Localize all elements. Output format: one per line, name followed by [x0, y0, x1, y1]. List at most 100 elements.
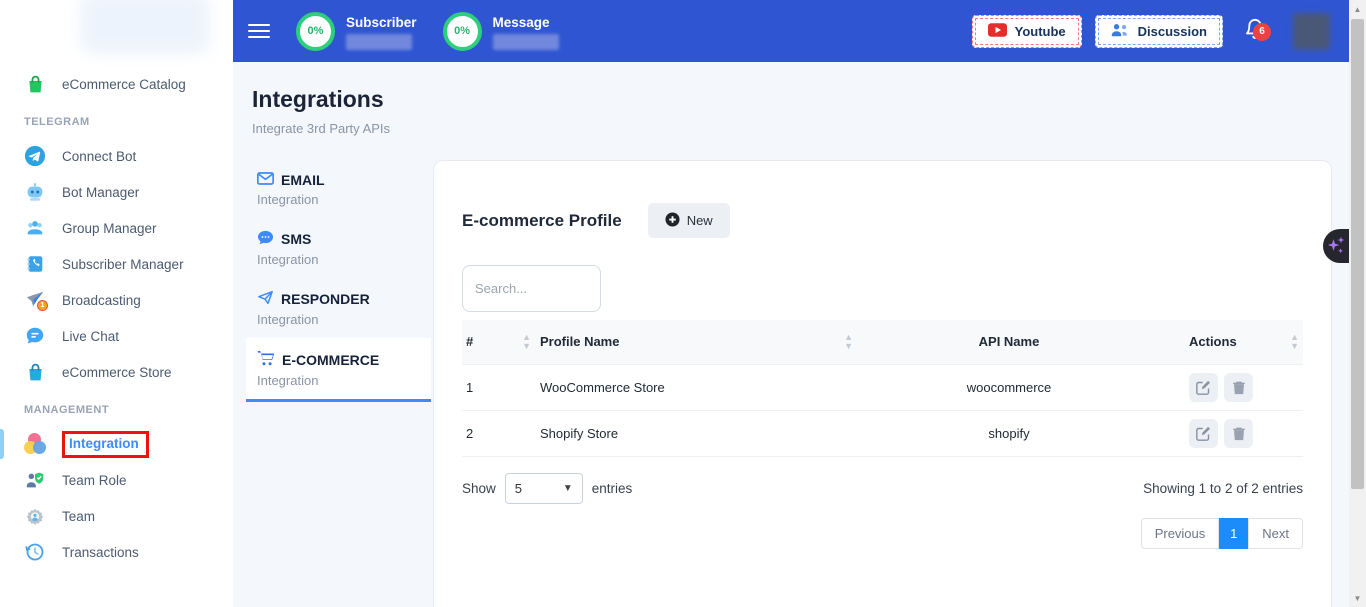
page-subtitle: Integrate 3rd Party APIs — [252, 121, 1349, 136]
chevron-down-icon: ▼ — [563, 483, 573, 494]
current-page-button[interactable]: 1 — [1219, 518, 1248, 549]
discussion-icon — [1111, 22, 1130, 40]
sidebar-item-label: Team — [62, 509, 95, 524]
sidebar-section-management: MANAGEMENT — [0, 390, 233, 426]
group-icon — [24, 217, 46, 239]
sidebar-item-bot-manager[interactable]: Bot Manager — [0, 174, 233, 210]
column-header-api-name[interactable]: API Name — [857, 320, 1157, 364]
message-stat-label: Message — [493, 15, 559, 30]
sidebar-item-broadcasting[interactable]: 1 Broadcasting — [0, 282, 233, 318]
sidebar-item-label: Connect Bot — [62, 149, 136, 164]
column-header-actions[interactable]: Actions▲▼ — [1157, 320, 1303, 364]
telegram-icon — [24, 145, 46, 167]
table-header-row: #▲▼ Profile Name▲▼ API Name Actions▲▼ — [462, 320, 1303, 364]
sidebar-item-ecommerce-store[interactable]: eCommerce Store — [0, 354, 233, 390]
next-page-button[interactable]: Next — [1248, 518, 1303, 549]
sidebar-item-ecommerce-catalog[interactable]: eCommerce Catalog — [0, 66, 233, 102]
sms-icon — [257, 230, 274, 248]
sidebar-item-connect-bot[interactable]: Connect Bot — [0, 138, 233, 174]
column-header-number[interactable]: #▲▼ — [462, 320, 535, 364]
sidebar-item-team[interactable]: Team — [0, 498, 233, 534]
youtube-icon — [988, 23, 1007, 40]
sidebar-item-label: Subscriber Manager — [62, 257, 184, 272]
subscriber-progress-ring: 0% — [296, 12, 335, 51]
discussion-button[interactable]: Discussion — [1095, 15, 1223, 48]
chat-bubble-icon — [24, 325, 46, 347]
message-progress-ring: 0% — [443, 12, 482, 51]
sidebar-item-label: eCommerce Catalog — [62, 77, 186, 92]
table-row: 1 WooCommerce Store woocommerce — [462, 364, 1303, 410]
gear-person-icon — [24, 505, 46, 527]
color-circles-icon — [24, 433, 46, 455]
active-item-indicator — [0, 429, 4, 459]
top-header: 0% Subscriber 0% Message Youtube Discuss… — [233, 0, 1349, 62]
sidebar-item-label: eCommerce Store — [62, 365, 172, 380]
scroll-up-arrow-icon[interactable]: ▲ — [1349, 2, 1366, 16]
ai-assistant-button[interactable] — [1323, 229, 1349, 263]
sidebar-item-team-role[interactable]: Team Role — [0, 462, 233, 498]
sidebar-item-label: Transactions — [62, 545, 139, 560]
responder-icon — [257, 290, 274, 308]
sidebar-item-label: Group Manager — [62, 221, 157, 236]
entries-label: entries — [592, 481, 633, 496]
scrollbar-thumb[interactable] — [1351, 19, 1364, 489]
entries-summary: Showing 1 to 2 of 2 entries — [1143, 481, 1303, 496]
subscriber-stat-value-blurred — [346, 34, 412, 50]
tab-ecommerce-integration[interactable]: E-COMMERCE Integration — [246, 338, 431, 402]
sidebar-item-label: Team Role — [62, 473, 127, 488]
tab-email-integration[interactable]: EMAIL Integration — [246, 160, 431, 218]
edit-button[interactable] — [1189, 419, 1218, 448]
contact-book-icon — [24, 253, 46, 275]
annotation-highlight-box: Integration — [62, 431, 149, 458]
message-progress: 0% Message — [443, 12, 559, 51]
sidebar-item-label: Integration — [69, 436, 139, 451]
tab-sms-integration[interactable]: SMS Integration — [246, 218, 431, 278]
broadcasting-badge: 1 — [37, 300, 48, 311]
panel-title: E-commerce Profile — [462, 211, 622, 231]
page-size-select[interactable]: 5 ▼ — [505, 473, 583, 504]
sort-icon: ▲▼ — [844, 333, 853, 351]
pagination: Previous 1 Next — [462, 518, 1303, 549]
sidebar-item-integration[interactable]: Integration — [0, 426, 233, 462]
vertical-scrollbar[interactable]: ▲ ▼ — [1349, 0, 1366, 607]
user-avatar[interactable] — [1293, 13, 1330, 50]
delete-button[interactable] — [1224, 373, 1253, 402]
integration-subnav: EMAIL Integration SMS Integration RESPON… — [246, 160, 431, 402]
search-input[interactable] — [462, 265, 601, 312]
hamburger-menu-icon[interactable] — [248, 20, 270, 42]
plus-circle-icon — [665, 212, 680, 230]
sidebar-item-group-manager[interactable]: Group Manager — [0, 210, 233, 246]
profiles-table: #▲▼ Profile Name▲▼ API Name Actions▲▼ 1 … — [462, 320, 1303, 457]
app-logo — [80, 0, 210, 54]
sidebar: eCommerce Catalog TELEGRAM Connect Bot B… — [0, 0, 233, 607]
sidebar-item-label: Live Chat — [62, 329, 119, 344]
subscriber-stat-label: Subscriber — [346, 15, 417, 30]
subscriber-progress: 0% Subscriber — [296, 12, 417, 51]
delete-button[interactable] — [1224, 419, 1253, 448]
sidebar-item-subscriber-manager[interactable]: Subscriber Manager — [0, 246, 233, 282]
main-content: Integrations Integrate 3rd Party APIs EM… — [233, 62, 1349, 607]
column-header-profile-name[interactable]: Profile Name▲▼ — [535, 320, 857, 364]
ecommerce-profile-panel: E-commerce Profile New #▲▼ Profile Name▲… — [433, 160, 1332, 607]
youtube-button[interactable]: Youtube — [972, 15, 1082, 48]
previous-page-button[interactable]: Previous — [1141, 518, 1220, 549]
shopping-bag-blue-icon — [24, 361, 46, 383]
sidebar-item-label: Broadcasting — [62, 293, 141, 308]
person-shield-icon — [24, 469, 46, 491]
sidebar-item-transactions[interactable]: Transactions — [0, 534, 233, 570]
new-profile-button[interactable]: New — [648, 203, 730, 238]
scroll-down-arrow-icon[interactable]: ▼ — [1349, 591, 1366, 605]
sidebar-item-live-chat[interactable]: Live Chat — [0, 318, 233, 354]
show-label: Show — [462, 481, 496, 496]
table-row: 2 Shopify Store shopify — [462, 410, 1303, 456]
sparkles-icon — [1326, 234, 1346, 259]
broadcast-plane-icon: 1 — [24, 289, 46, 311]
sort-icon: ▲▼ — [1290, 333, 1299, 351]
cart-icon — [257, 350, 275, 369]
email-icon — [257, 172, 274, 188]
notification-bell[interactable]: 6 — [1244, 17, 1266, 46]
message-stat-value-blurred — [493, 34, 559, 50]
edit-button[interactable] — [1189, 373, 1218, 402]
page-title: Integrations — [252, 86, 1349, 113]
tab-responder-integration[interactable]: RESPONDER Integration — [246, 278, 431, 338]
